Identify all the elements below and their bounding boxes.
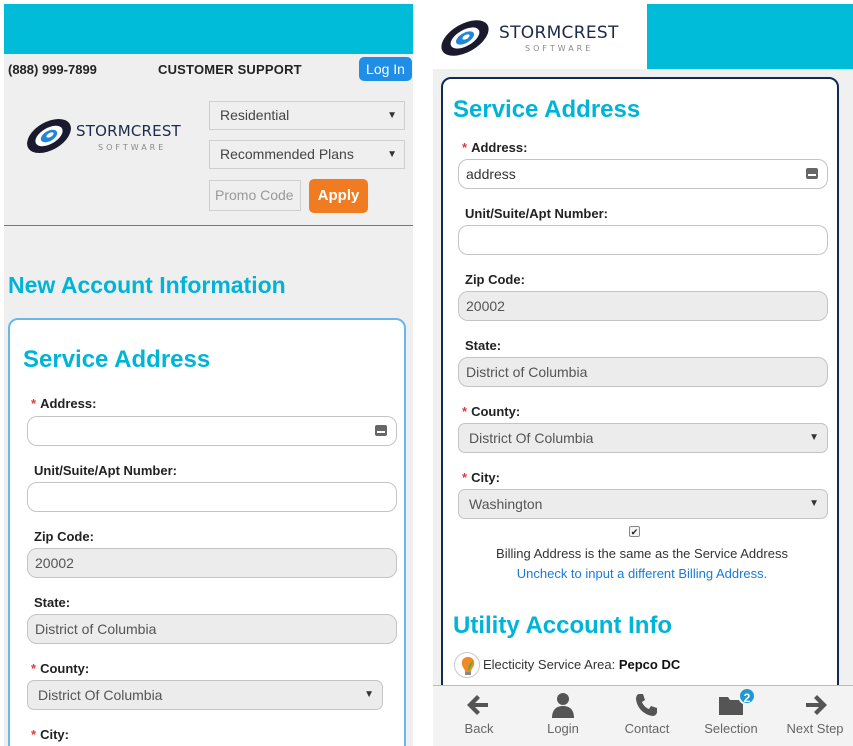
billing-uncheck-link-wrap: Uncheck to input a different Billing Add… — [443, 566, 841, 581]
chevron-down-icon: ▼ — [387, 110, 397, 121]
county-select[interactable]: District Of Columbia ▼ — [27, 680, 383, 710]
nav-next-step[interactable]: Next Step — [773, 686, 853, 746]
arrow-left-icon — [467, 695, 488, 715]
plans-select-value: Recommended Plans — [220, 146, 354, 162]
residential-select[interactable]: Residential ▼ — [209, 101, 405, 130]
nav-login[interactable]: Login — [521, 686, 605, 746]
city-select-value: Washington — [469, 496, 543, 512]
state-label: State: — [34, 595, 71, 610]
billing-same-text: Billing Address is the same as the Servi… — [496, 546, 788, 561]
zip-field[interactable]: 20002 — [458, 291, 828, 321]
nav-login-label: Login — [547, 721, 579, 736]
top-banner — [4, 4, 413, 54]
user-icon — [552, 693, 574, 718]
state-field[interactable]: District of Columbia — [27, 614, 397, 644]
plans-select[interactable]: Recommended Plans ▼ — [209, 140, 405, 169]
logo-wordmark: STORMCREST — [499, 23, 619, 43]
zip-label: Zip Code: — [465, 272, 525, 287]
nav-contact-label: Contact — [624, 721, 670, 736]
login-button[interactable]: Log In — [359, 57, 412, 81]
zip-field[interactable]: 20002 — [27, 548, 397, 578]
billing-same-checkbox[interactable]: ✔ — [629, 526, 640, 537]
nav-selection[interactable]: 2 Selection — [689, 686, 773, 746]
unit-input[interactable] — [27, 482, 397, 512]
keyboard-icon[interactable] — [375, 425, 387, 436]
storm-swirl-icon: STORMCREST SOFTWARE — [27, 118, 182, 154]
bulb-leaf-icon — [454, 652, 480, 678]
electricity-service-area: Electicity Service Area: Pepco DC — [483, 657, 681, 672]
service-address-title: Service Address — [23, 346, 211, 373]
chevron-down-icon: ▼ — [364, 689, 374, 700]
stormcrest-logo[interactable]: STORMCREST SOFTWARE — [24, 106, 194, 162]
nav-back[interactable]: Back — [437, 686, 521, 746]
logo-wordmark: STORMCREST — [76, 122, 182, 140]
nav-next-label: Next Step — [786, 721, 844, 736]
address-label: * Address: — [462, 140, 528, 155]
county-select-value: District Of Columbia — [38, 687, 163, 703]
phone-number[interactable]: (888) 999-7899 — [8, 62, 97, 77]
chevron-down-icon: ▼ — [387, 149, 397, 160]
city-select[interactable]: Washington ▼ — [458, 489, 828, 519]
top-banner — [647, 4, 853, 69]
keyboard-icon[interactable] — [806, 168, 818, 179]
bottom-nav: Back Login Contact 2 Selection Next Step — [433, 685, 853, 746]
stormcrest-logo-header[interactable]: STORMCREST SOFTWARE — [433, 4, 647, 69]
service-address-card: Service Address * Address: address Unit/S… — [441, 77, 839, 717]
address-label: * Address: — [31, 396, 97, 411]
unit-label: Unit/Suite/Apt Number: — [465, 206, 608, 221]
left-screen: (888) 999-7899 CUSTOMER SUPPORT Log In S… — [4, 4, 413, 746]
unit-label: Unit/Suite/Apt Number: — [34, 463, 177, 478]
promo-code-input[interactable]: Promo Code — [209, 180, 301, 211]
county-label: * County: — [462, 404, 521, 419]
screenshot-stage: (888) 999-7899 CUSTOMER SUPPORT Log In S… — [0, 0, 853, 746]
chevron-down-icon: ▼ — [809, 498, 819, 509]
nav-back-label: Back — [464, 721, 494, 736]
chevron-down-icon: ▼ — [809, 432, 819, 443]
right-screen: STORMCREST SOFTWARE Service Address * Add… — [433, 4, 853, 746]
phone-icon — [636, 694, 657, 716]
residential-select-value: Residential — [220, 107, 290, 123]
service-area-value: Pepco DC — [618, 657, 681, 672]
storm-swirl-icon: STORMCREST SOFTWARE — [441, 20, 619, 56]
customer-support-link[interactable]: CUSTOMER SUPPORT — [158, 62, 302, 77]
header-divider — [4, 225, 413, 226]
utility-account-title: Utility Account Info — [453, 612, 673, 639]
billing-uncheck-link[interactable]: Uncheck to input a different Billing Add… — [517, 566, 768, 581]
city-label: * City: — [462, 470, 500, 485]
state-label: State: — [465, 338, 502, 353]
county-label: * County: — [31, 661, 90, 676]
arrow-right-icon — [806, 695, 827, 715]
apply-button[interactable]: Apply — [309, 179, 368, 213]
county-select-value: District Of Columbia — [469, 430, 594, 446]
selection-count-badge: 2 — [738, 687, 756, 705]
zip-label: Zip Code: — [34, 529, 94, 544]
address-input[interactable] — [27, 416, 397, 446]
state-field[interactable]: District of Columbia — [458, 357, 828, 387]
service-address-card: Service Address * Address: Unit/Suite/Apt… — [8, 318, 406, 746]
unit-input[interactable] — [458, 225, 828, 255]
city-label: * City: — [31, 727, 69, 742]
logo-subtitle: SOFTWARE — [525, 44, 593, 53]
service-address-title: Service Address — [453, 96, 641, 123]
county-select[interactable]: District Of Columbia ▼ — [458, 423, 828, 453]
nav-selection-label: Selection — [704, 721, 758, 736]
nav-contact[interactable]: Contact — [605, 686, 689, 746]
logo-subtitle: SOFTWARE — [98, 143, 166, 152]
page-title: New Account Information — [8, 272, 286, 298]
address-input-value: address — [466, 166, 516, 182]
address-input[interactable]: address — [458, 159, 828, 189]
